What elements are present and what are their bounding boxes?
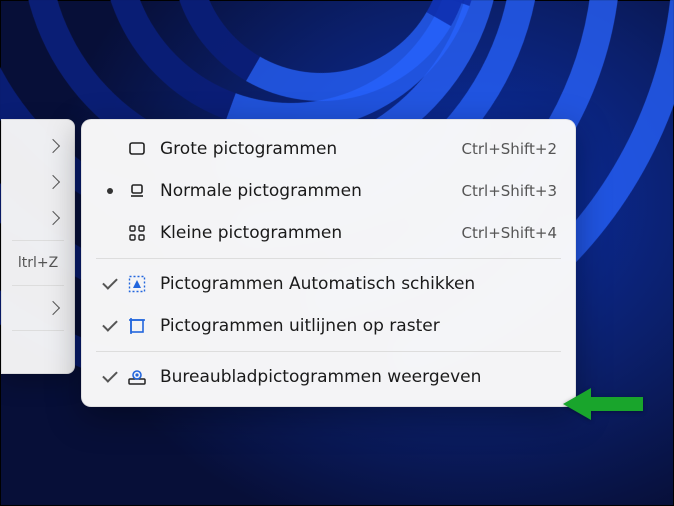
chevron-right-icon bbox=[46, 175, 60, 189]
menu-separator bbox=[12, 285, 64, 286]
menu-separator bbox=[96, 351, 561, 352]
desktop-context-menu[interactable]: ltrl+Z bbox=[1, 119, 75, 374]
radio-indicator bbox=[100, 188, 120, 194]
large-icons-icon bbox=[120, 139, 154, 159]
menu-item-show-desktop-icons[interactable]: Bureaubladpictogrammen weergeven bbox=[88, 356, 569, 398]
desktop-background: ltrl+Z Grote pictogrammen Ctrl+Shift+2 N… bbox=[0, 0, 674, 506]
chevron-right-icon bbox=[46, 211, 60, 225]
align-grid-icon bbox=[120, 316, 154, 336]
annotation-arrow bbox=[563, 389, 643, 419]
menu-separator bbox=[96, 258, 561, 259]
menu-item-label: Normale pictogrammen bbox=[154, 181, 454, 201]
parent-menu-item[interactable] bbox=[2, 200, 74, 236]
menu-item-large-icons[interactable]: Grote pictogrammen Ctrl+Shift+2 bbox=[88, 128, 569, 170]
check-indicator bbox=[100, 278, 120, 290]
menu-item-accelerator: Ctrl+Shift+4 bbox=[454, 224, 557, 242]
menu-item-label: Kleine pictogrammen bbox=[154, 223, 454, 243]
menu-item-label: Grote pictogrammen bbox=[154, 139, 454, 159]
menu-item-label: Pictogrammen uitlijnen op raster bbox=[154, 316, 557, 336]
menu-item-medium-icons[interactable]: Normale pictogrammen Ctrl+Shift+3 bbox=[88, 170, 569, 212]
menu-item-accelerator: Ctrl+Shift+2 bbox=[454, 140, 557, 158]
check-indicator bbox=[100, 320, 120, 332]
parent-menu-item[interactable] bbox=[2, 164, 74, 200]
view-submenu[interactable]: Grote pictogrammen Ctrl+Shift+2 Normale … bbox=[81, 119, 576, 407]
menu-item-small-icons[interactable]: Kleine pictogrammen Ctrl+Shift+4 bbox=[88, 212, 569, 254]
medium-icons-icon bbox=[120, 181, 154, 201]
menu-separator bbox=[12, 240, 64, 241]
menu-item-auto-arrange[interactable]: Pictogrammen Automatisch schikken bbox=[88, 263, 569, 305]
menu-separator bbox=[12, 330, 64, 331]
parent-menu-item[interactable] bbox=[2, 128, 74, 164]
shortcut-label: ltrl+Z bbox=[18, 255, 58, 271]
small-icons-icon bbox=[120, 223, 154, 243]
parent-menu-shortcut[interactable]: ltrl+Z bbox=[2, 245, 74, 281]
check-indicator bbox=[100, 371, 120, 383]
parent-menu-item[interactable] bbox=[2, 335, 74, 365]
chevron-right-icon bbox=[46, 139, 60, 153]
menu-item-accelerator: Ctrl+Shift+3 bbox=[454, 182, 557, 200]
parent-menu-item[interactable] bbox=[2, 290, 74, 326]
chevron-right-icon bbox=[46, 301, 60, 315]
auto-arrange-icon bbox=[120, 274, 154, 294]
show-desktop-icons-icon bbox=[120, 367, 154, 387]
menu-item-label: Bureaubladpictogrammen weergeven bbox=[154, 367, 557, 387]
menu-item-align-grid[interactable]: Pictogrammen uitlijnen op raster bbox=[88, 305, 569, 347]
menu-item-label: Pictogrammen Automatisch schikken bbox=[154, 274, 557, 294]
